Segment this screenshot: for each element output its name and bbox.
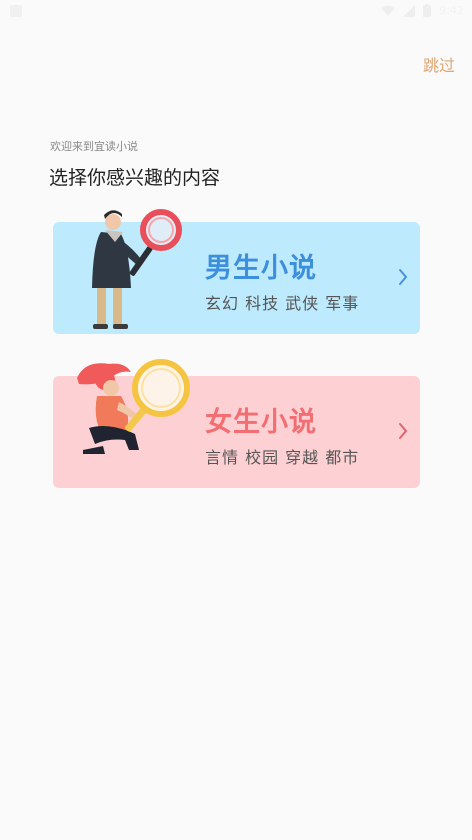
status-bar: 9:42 <box>0 0 472 24</box>
app-notification-icon <box>10 5 22 17</box>
man-with-magnifier-illustration <box>92 209 182 329</box>
welcome-text: 欢迎来到宜读小说 <box>50 140 138 153</box>
status-icons: 9:42 <box>381 4 464 17</box>
chevron-right-icon <box>399 269 408 285</box>
battery-icon <box>423 4 432 17</box>
woman-with-magnifier-illustration <box>77 359 190 454</box>
chevron-right-icon <box>399 423 408 439</box>
status-time: 9:42 <box>439 4 464 17</box>
page-title: 选择你感兴趣的内容 <box>49 167 221 189</box>
male-novel-card[interactable]: 男生小说 玄幻 科技 武侠 军事 <box>53 209 420 334</box>
category-tags: 言情 校园 穿越 都市 <box>205 448 360 467</box>
screen: 9:42 跳过 欢迎来到宜读小说 选择你感兴趣的内容 男生小说 玄幻 科技 武侠… <box>0 0 472 840</box>
skip-button[interactable]: 跳过 <box>423 52 455 76</box>
cell-signal-icon <box>403 4 416 17</box>
category-tags: 玄幻 科技 武侠 军事 <box>205 294 360 313</box>
category-title: 女生小说 <box>205 407 317 438</box>
wifi-icon <box>381 5 395 16</box>
female-novel-card[interactable]: 女生小说 言情 校园 穿越 都市 <box>53 359 420 488</box>
category-title: 男生小说 <box>205 253 317 284</box>
